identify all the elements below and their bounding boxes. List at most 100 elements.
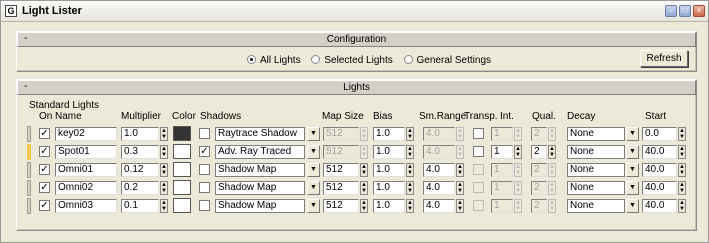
chevron-down-icon[interactable]: ▼ [626,163,639,177]
spinner-arrows-icon[interactable]: ▲ ▼ [678,145,686,159]
spinner-arrows-icon[interactable]: ▲ ▼ [678,181,686,195]
light-on-checkbox[interactable]: ✓ [39,200,50,211]
transparency-checkbox[interactable] [473,146,484,157]
start-field[interactable]: 0.0 [642,127,677,141]
configuration-rollout-header[interactable]: - Configuration [17,32,696,47]
refresh-button[interactable]: Refresh [640,50,688,67]
row-grip[interactable] [27,162,31,178]
spinner-arrows-icon[interactable]: ▲ ▼ [160,145,168,159]
light-name-field[interactable]: Omni02 [55,181,117,195]
color-swatch[interactable] [173,126,191,141]
shadows-checkbox[interactable]: ✓ [199,146,210,157]
lights-rollout-header[interactable]: - Lights [17,80,696,95]
color-swatch[interactable] [173,162,191,177]
spinner-arrows-icon[interactable]: ▲ ▼ [406,163,414,177]
shadow-type-dropdown[interactable]: Adv. Ray Traced [215,145,305,159]
decay-dropdown[interactable]: None [567,199,625,213]
color-swatch[interactable] [173,144,191,159]
row-grip[interactable] [27,198,31,214]
light-on-checkbox[interactable]: ✓ [39,128,50,139]
spinner-arrows-icon[interactable]: ▲ ▼ [406,199,414,213]
spinner-arrows-icon[interactable]: ▲ ▼ [456,163,464,177]
shadows-checkbox[interactable] [199,164,210,175]
color-swatch[interactable] [173,180,191,195]
start-field[interactable]: 40.0 [642,199,677,213]
decay-dropdown[interactable]: None [567,127,625,141]
int-field[interactable]: 1 [491,145,513,159]
spinner-arrows-icon[interactable]: ▲ ▼ [514,145,522,159]
chevron-down-icon[interactable]: ▼ [307,145,320,159]
light-name-field[interactable]: Omni03 [55,199,117,213]
decay-dropdown[interactable]: None [567,145,625,159]
chevron-down-icon[interactable]: ▼ [626,145,639,159]
map-size-field[interactable]: 512 [323,163,359,177]
maximize-icon[interactable]: □ [679,5,691,17]
spinner-arrows-icon[interactable]: ▲ ▼ [360,199,368,213]
start-field[interactable]: 40.0 [642,145,677,159]
multiplier-field[interactable]: 0.3 [121,145,159,159]
spinner-arrows-icon[interactable]: ▲ ▼ [360,181,368,195]
chevron-down-icon[interactable]: ▼ [626,127,639,141]
spinner-arrows-icon[interactable]: ▲ ▼ [456,199,464,213]
minimize-icon[interactable]: – [665,5,677,17]
chevron-down-icon[interactable]: ▼ [626,199,639,213]
spinner-arrows-icon[interactable]: ▲ ▼ [406,127,414,141]
sm-range-field[interactable]: 4.0 [423,181,455,195]
chevron-down-icon[interactable]: ▼ [626,181,639,195]
spinner-arrows-icon[interactable]: ▲ ▼ [406,181,414,195]
close-icon[interactable]: × [693,5,705,17]
light-row[interactable]: ✓ Omni03 0.1 ▲ ▼ Shadow Map ▼ 512 ▲ ▼ 1.0 ▲ ▼ 4.0 ▲ ▼ 1 ▲… [17,197,698,215]
bias-field[interactable]: 1.0 [373,145,405,159]
light-row[interactable]: ✓ key02 1.0 ▲ ▼ Raytrace Shadow ▼ 512 ▲ ▼ 1.0 ▲ ▼ 4.0… [17,125,698,143]
shadow-type-dropdown[interactable]: Shadow Map [215,199,305,213]
map-size-field[interactable]: 512 [323,181,359,195]
light-name-field[interactable]: key02 [55,127,117,141]
spinner-arrows-icon[interactable]: ▲ ▼ [406,145,414,159]
spinner-arrows-icon[interactable]: ▲ ▼ [160,199,168,213]
spinner-arrows-icon[interactable]: ▲ ▼ [678,163,686,177]
shadow-type-dropdown[interactable]: Shadow Map [215,163,305,177]
row-grip[interactable] [27,126,31,142]
spinner-arrows-icon[interactable]: ▲ ▼ [160,163,168,177]
shadow-type-dropdown[interactable]: Shadow Map [215,181,305,195]
decay-dropdown[interactable]: None [567,163,625,177]
spinner-arrows-icon[interactable]: ▲ ▼ [160,127,168,141]
color-swatch[interactable] [173,198,191,213]
bias-field[interactable]: 1.0 [373,181,405,195]
multiplier-field[interactable]: 0.1 [121,199,159,213]
start-field[interactable]: 40.0 [642,181,677,195]
bias-field[interactable]: 1.0 [373,127,405,141]
chevron-down-icon[interactable]: ▼ [307,127,320,141]
multiplier-field[interactable]: 0.12 [121,163,159,177]
transparency-checkbox[interactable] [473,128,484,139]
light-name-field[interactable]: Spot01 [55,145,117,159]
radio-general-settings[interactable]: General Settings [403,55,491,66]
shadows-checkbox[interactable] [199,128,210,139]
light-on-checkbox[interactable]: ✓ [39,182,50,193]
spinner-arrows-icon[interactable]: ▲ ▼ [160,181,168,195]
light-on-checkbox[interactable]: ✓ [39,146,50,157]
chevron-down-icon[interactable]: ▼ [307,199,320,213]
radio-selected-lights[interactable]: Selected Lights [311,55,393,66]
decay-dropdown[interactable]: None [567,181,625,195]
sm-range-field[interactable]: 4.0 [423,199,455,213]
start-field[interactable]: 40.0 [642,163,677,177]
chevron-down-icon[interactable]: ▼ [307,163,320,177]
multiplier-field[interactable]: 1.0 [121,127,159,141]
chevron-down-icon[interactable]: ▼ [307,181,320,195]
multiplier-field[interactable]: 0.2 [121,181,159,195]
sm-range-field[interactable]: 4.0 [423,163,455,177]
radio-all-lights[interactable]: All Lights [247,55,301,66]
spinner-arrows-icon[interactable]: ▲ ▼ [360,163,368,177]
shadows-checkbox[interactable] [199,200,210,211]
light-name-field[interactable]: Omni01 [55,163,117,177]
light-row[interactable]: ✓ Omni02 0.2 ▲ ▼ Shadow Map ▼ 512 ▲ ▼ 1.0 ▲ ▼ 4.0 ▲ ▼ 1 ▲… [17,179,698,197]
shadows-checkbox[interactable] [199,182,210,193]
light-on-checkbox[interactable]: ✓ [39,164,50,175]
spinner-arrows-icon[interactable]: ▲ ▼ [456,181,464,195]
spinner-arrows-icon[interactable]: ▲ ▼ [678,199,686,213]
spinner-arrows-icon[interactable]: ▲ ▼ [548,145,556,159]
map-size-field[interactable]: 512 [323,199,359,213]
title-bar[interactable]: G Light Lister – □ × [1,1,708,22]
bias-field[interactable]: 1.0 [373,199,405,213]
